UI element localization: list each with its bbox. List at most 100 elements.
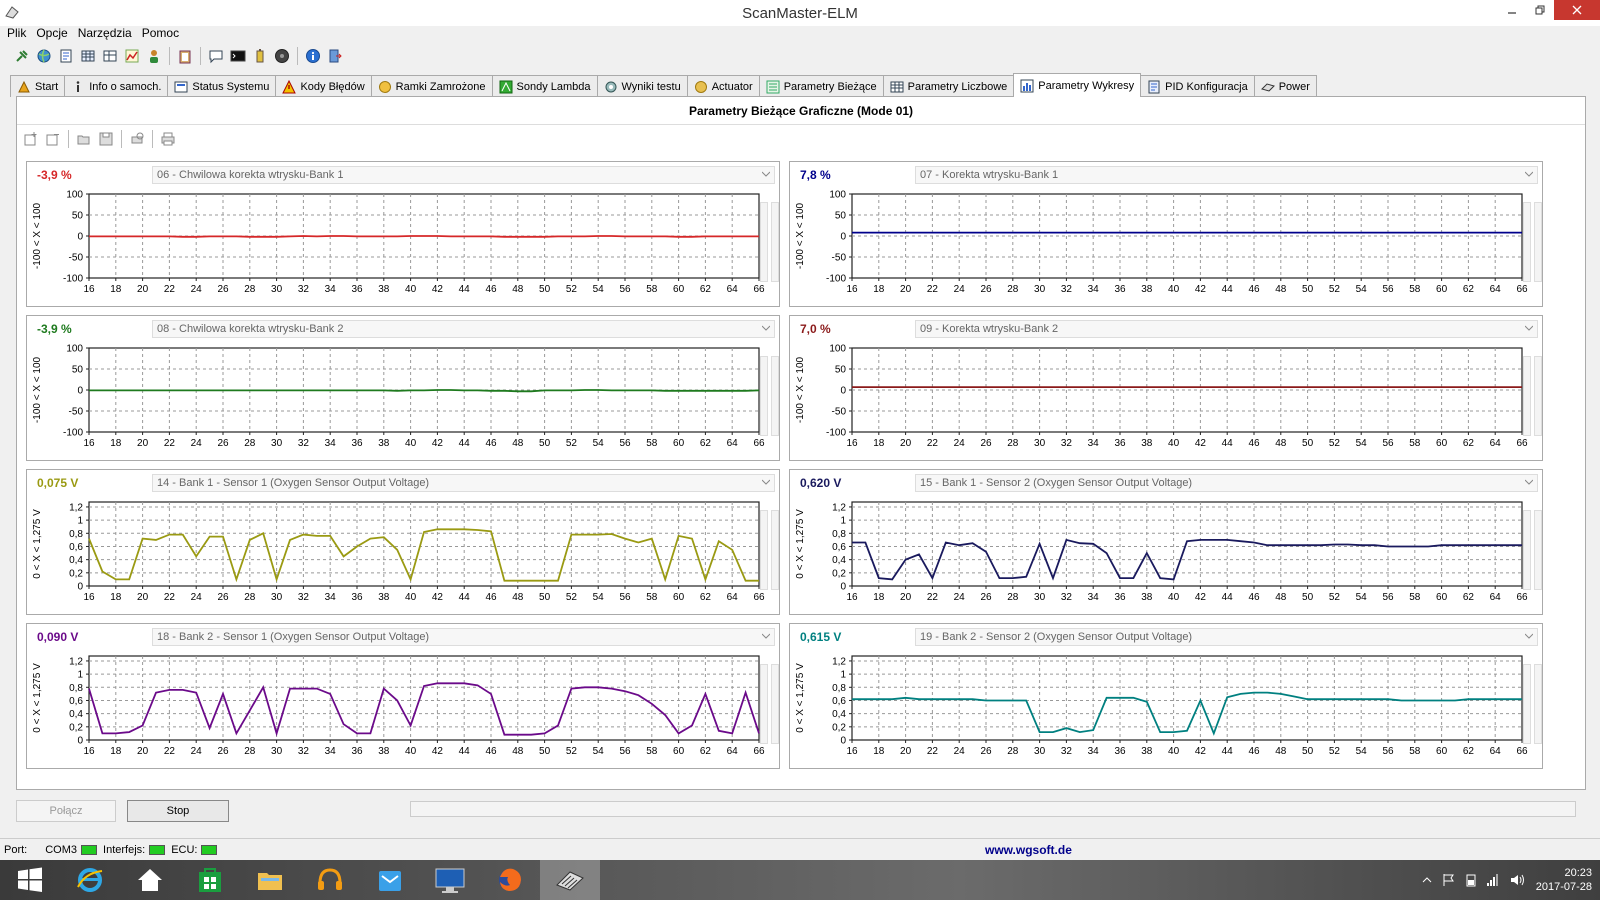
tab-power[interactable]: Power: [1253, 75, 1317, 97]
volume-icon[interactable]: [1510, 873, 1526, 887]
pid-select[interactable]: 14 - Bank 1 - Sensor 1 (Oxygen Sensor Ou…: [152, 474, 775, 492]
x-tick-label: 64: [727, 592, 739, 603]
print-preview-button[interactable]: [127, 129, 147, 149]
about-tool-button[interactable]: [303, 46, 323, 66]
globe-tool-button[interactable]: [34, 46, 54, 66]
offset-slider[interactable]: [771, 202, 779, 282]
scale-slider[interactable]: [1523, 510, 1531, 590]
chevron-up-icon[interactable]: [1422, 875, 1432, 885]
tab-actuator[interactable]: Actuator: [686, 75, 760, 97]
y-tick-label: -100: [826, 274, 846, 285]
offset-slider[interactable]: [771, 356, 779, 436]
scale-slider[interactable]: [760, 664, 768, 744]
x-tick-label: 16: [846, 438, 858, 449]
clock[interactable]: 20:23 2017-07-28: [1536, 866, 1592, 894]
tab-warning[interactable]: Kody Błędów: [275, 75, 372, 97]
taskbar-explorer[interactable]: [240, 860, 300, 900]
stop-button[interactable]: Stop: [127, 800, 229, 822]
offset-slider[interactable]: [771, 664, 779, 744]
save-button[interactable]: [96, 129, 116, 149]
taskbar-home[interactable]: [120, 860, 180, 900]
menu-narzedzia[interactable]: Narzędzia: [73, 26, 137, 40]
scale-slider[interactable]: [1523, 202, 1531, 282]
offset-slider[interactable]: [1534, 356, 1542, 436]
menu-plik[interactable]: Plik: [2, 26, 31, 40]
pid-select[interactable]: 15 - Bank 1 - Sensor 2 (Oxygen Sensor Ou…: [915, 474, 1538, 492]
pid-select[interactable]: 09 - Korekta wtrysku-Bank 2: [915, 320, 1538, 338]
line-chart: 16 18 20 22 24 26 28 30 32 34 36 38 40 42 44 46 48 50 52 54…: [32, 190, 765, 296]
tab-gear[interactable]: Wyniki testu: [596, 75, 688, 97]
close-button[interactable]: [1554, 0, 1600, 20]
taskbar-music[interactable]: [300, 860, 360, 900]
pid-select[interactable]: 19 - Bank 2 - Sensor 2 (Oxygen Sensor Ou…: [915, 628, 1538, 646]
port-value: COM3: [45, 843, 78, 856]
grid-tool-button[interactable]: [100, 46, 120, 66]
battery-tool-button[interactable]: [250, 46, 270, 66]
tab-lambda[interactable]: Sondy Lambda: [491, 75, 598, 97]
scale-slider[interactable]: [760, 202, 768, 282]
doc-tool-button[interactable]: [56, 46, 76, 66]
app-icon[interactable]: [4, 4, 20, 20]
scale-slider[interactable]: [1523, 356, 1531, 436]
tab-info[interactable]: Info o samoch.: [64, 75, 169, 97]
tab-config[interactable]: PID Konfiguracja: [1140, 75, 1255, 97]
tab-list[interactable]: Parametry Bieżące: [758, 75, 884, 97]
taskbar-ie[interactable]: [60, 860, 120, 900]
x-tick-label: 62: [700, 438, 712, 449]
x-tick-label: 58: [646, 284, 658, 295]
scale-slider[interactable]: [760, 356, 768, 436]
scale-slider[interactable]: [760, 510, 768, 590]
add-chart-button[interactable]: [21, 129, 41, 149]
terminal-tool-button[interactable]: [228, 46, 248, 66]
x-tick-label: 24: [191, 592, 203, 603]
battery-tray-icon[interactable]: [1466, 873, 1476, 887]
tab-status[interactable]: Status Systemu: [167, 75, 277, 97]
exit-tool-button[interactable]: [325, 46, 345, 66]
x-tick-label: 58: [646, 438, 658, 449]
table-tool-button[interactable]: [78, 46, 98, 66]
signal-icon[interactable]: [1486, 873, 1500, 887]
tab-grid[interactable]: Parametry Liczbowe: [882, 75, 1015, 97]
x-tick-label: 42: [1195, 284, 1207, 295]
disc-tool-button[interactable]: [272, 46, 292, 66]
taskbar-scanmaster[interactable]: [540, 860, 600, 900]
taskbar-firefox[interactable]: [480, 860, 540, 900]
x-tick-label: 36: [351, 284, 363, 295]
minimize-button[interactable]: [1498, 0, 1526, 20]
pid-select[interactable]: 06 - Chwilowa korekta wtrysku-Bank 1: [152, 166, 775, 184]
page-title: Parametry Bieżące Graficzne (Mode 01): [17, 97, 1585, 125]
pid-select[interactable]: 07 - Korekta wtrysku-Bank 1: [915, 166, 1538, 184]
offset-slider[interactable]: [1534, 510, 1542, 590]
x-tick-label: 16: [846, 592, 858, 603]
tab-freeze[interactable]: Ramki Zamrożone: [370, 75, 493, 97]
taskbar-monitor[interactable]: [420, 860, 480, 900]
website-link[interactable]: www.wgsoft.de: [985, 843, 1072, 857]
person-tool-button[interactable]: [144, 46, 164, 66]
connect-button[interactable]: Połącz: [16, 800, 116, 822]
flag-icon[interactable]: [1442, 873, 1456, 887]
taskbar: 20:23 2017-07-28: [0, 860, 1600, 900]
pid-select[interactable]: 18 - Bank 2 - Sensor 1 (Oxygen Sensor Ou…: [152, 628, 775, 646]
tab-chart[interactable]: Parametry Wykresy: [1013, 73, 1142, 97]
tab-label: Info o samoch.: [89, 80, 162, 93]
start-button[interactable]: [0, 860, 60, 900]
offset-slider[interactable]: [1534, 664, 1542, 744]
message-tool-button[interactable]: [206, 46, 226, 66]
taskbar-store[interactable]: [180, 860, 240, 900]
open-button[interactable]: [74, 129, 94, 149]
scale-slider[interactable]: [1523, 664, 1531, 744]
tab-start[interactable]: Start: [10, 75, 66, 97]
print-button[interactable]: [158, 129, 178, 149]
offset-slider[interactable]: [1534, 202, 1542, 282]
menu-pomoc[interactable]: Pomoc: [137, 26, 184, 40]
remove-chart-button[interactable]: [43, 129, 63, 149]
pid-select[interactable]: 08 - Chwilowa korekta wtrysku-Bank 2: [152, 320, 775, 338]
restore-button[interactable]: [1526, 0, 1554, 20]
current-value: 0,620 V: [800, 476, 842, 490]
clipboard-tool-button[interactable]: [175, 46, 195, 66]
chart-tool-button[interactable]: [122, 46, 142, 66]
offset-slider[interactable]: [771, 510, 779, 590]
taskbar-mail[interactable]: [360, 860, 420, 900]
connect-tool-button[interactable]: [12, 46, 32, 66]
menu-opcje[interactable]: Opcje: [31, 26, 72, 40]
